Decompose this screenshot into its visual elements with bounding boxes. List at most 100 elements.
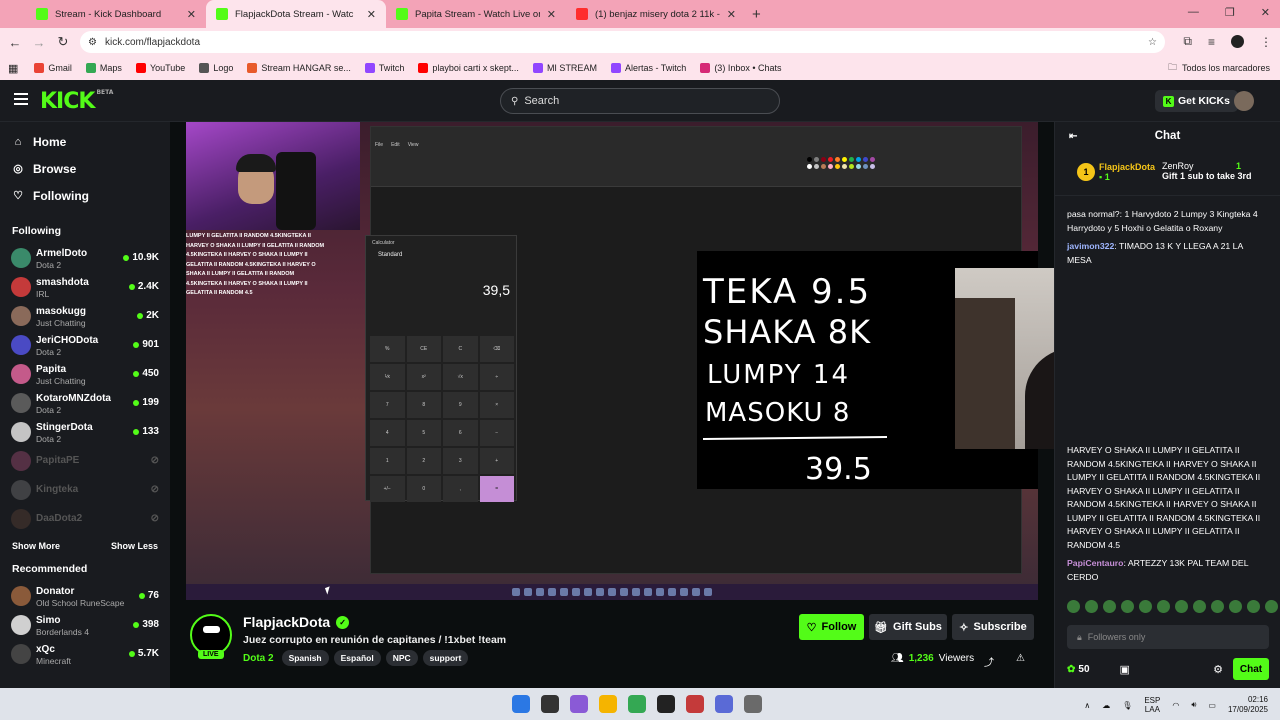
gift-prompt[interactable]: Gift 1 sub to take 3rd bbox=[1162, 171, 1252, 181]
bookmark-item[interactable]: Twitch bbox=[364, 63, 404, 73]
media-icon[interactable]: ≡ bbox=[1208, 35, 1215, 49]
chat-input[interactable]: 🔒︎ Followers only bbox=[1067, 625, 1269, 649]
apps-grid-icon[interactable]: ▦ bbox=[8, 62, 18, 75]
sidebar-channel[interactable]: Papita Just Chatting 450 bbox=[0, 359, 170, 388]
close-tab-icon[interactable]: ✕ bbox=[187, 8, 196, 21]
follow-button[interactable]: ♡ Follow bbox=[799, 614, 864, 640]
lang-code: ESP bbox=[1144, 696, 1161, 705]
browser-tab-2[interactable]: FlapjackDota Stream - Watc ✕ bbox=[206, 0, 386, 28]
stream-tag[interactable]: NPC bbox=[385, 650, 418, 666]
channel-points[interactable]: ✿ 50 bbox=[1067, 664, 1090, 675]
wifi-icon[interactable]: ◠ bbox=[1172, 701, 1179, 710]
browser-tab-1[interactable]: Stream - Kick Dashboard ✕ bbox=[26, 0, 206, 28]
palette-swatch bbox=[807, 157, 812, 162]
rewards-icon[interactable]: ▣ bbox=[1120, 663, 1130, 676]
clock[interactable]: 02:16 17/09/2025 bbox=[1228, 695, 1268, 715]
sidebar-channel[interactable]: Kingteka ⊘ bbox=[0, 475, 170, 504]
search-box[interactable]: ⚲ bbox=[500, 88, 780, 114]
chat-settings-icon[interactable]: ⚙ bbox=[1213, 663, 1223, 676]
chat-username[interactable]: javimon322 bbox=[1067, 241, 1114, 251]
bookmark-item[interactable]: MI STREAM bbox=[532, 63, 597, 73]
all-bookmarks[interactable]: 🗀 Todos los marcadores bbox=[1168, 60, 1270, 76]
url-field[interactable]: ⚙ kick.com/flapjackdota ☆ bbox=[80, 31, 1165, 53]
menu-icon[interactable] bbox=[14, 93, 28, 105]
sidebar-nav-browse[interactable]: ◎ Browse bbox=[0, 155, 170, 182]
new-tab-button[interactable]: + bbox=[752, 6, 761, 23]
bookmark-item[interactable]: Logo bbox=[199, 63, 233, 73]
user-avatar[interactable] bbox=[1234, 91, 1254, 111]
bookmark-item[interactable]: Stream HANGAR se... bbox=[247, 63, 351, 73]
game-link[interactable]: Dota 2 bbox=[243, 653, 274, 664]
bookmark-item[interactable]: Maps bbox=[85, 63, 122, 73]
sidebar-channel[interactable]: ArmelDoto Dota 2 10.9K bbox=[0, 243, 170, 272]
sidebar-channel[interactable]: DaaDota2 ⊘ bbox=[0, 504, 170, 533]
minimize-icon[interactable]: — bbox=[1188, 6, 1199, 19]
search-input[interactable] bbox=[524, 95, 765, 107]
profile-icon[interactable] bbox=[1231, 35, 1244, 48]
close-tab-icon[interactable]: ✕ bbox=[727, 8, 736, 21]
share-icon[interactable]: ⤴ bbox=[984, 654, 994, 669]
extensions-icon[interactable]: ⧉ bbox=[1183, 34, 1192, 49]
bookmark-item[interactable]: Alertas - Twitch bbox=[610, 63, 686, 73]
taskbar-app-icon[interactable] bbox=[599, 695, 617, 713]
taskbar-app-icon[interactable] bbox=[686, 695, 704, 713]
stream-taskbar bbox=[186, 584, 1038, 600]
sidebar-channel[interactable]: Donator Old School RuneScape 76 bbox=[0, 581, 170, 610]
sidebar-nav-following[interactable]: ♡ Following bbox=[0, 182, 170, 209]
browser-tab-3[interactable]: Papita Stream - Watch Live on ✕ bbox=[386, 0, 566, 28]
chat-username[interactable]: PapiCentauro bbox=[1067, 558, 1123, 568]
stream-tag[interactable]: Spanish bbox=[281, 650, 329, 666]
bookmark-item[interactable]: playboi carti x skept... bbox=[418, 63, 519, 73]
bookmark-star-icon[interactable]: ☆ bbox=[1148, 37, 1157, 48]
taskbar-app-icon[interactable] bbox=[628, 695, 646, 713]
taskbar-app-icon[interactable] bbox=[657, 695, 675, 713]
reload-icon[interactable]: ↻ bbox=[51, 34, 75, 50]
mic-icon[interactable]: 🎙︎ bbox=[1122, 701, 1132, 710]
gift-subs-button[interactable]: 🎁︎ Gift Subs bbox=[869, 614, 947, 640]
gifter-name[interactable]: ZenRoy bbox=[1162, 161, 1194, 171]
taskbar-app-icon[interactable] bbox=[541, 695, 559, 713]
sidebar-channel[interactable]: JeriCHODota Dota 2 901 bbox=[0, 330, 170, 359]
kick-logo[interactable]: KICK BETA bbox=[40, 89, 113, 114]
tray-chevron-icon[interactable]: ∧ bbox=[1084, 701, 1090, 710]
show-less-button[interactable]: Show Less bbox=[111, 541, 158, 551]
sidebar-channel[interactable]: smashdota IRL 2.4K bbox=[0, 272, 170, 301]
send-chat-button[interactable]: Chat bbox=[1233, 658, 1269, 680]
sidebar-channel[interactable]: StingerDota Dota 2 133 bbox=[0, 417, 170, 446]
taskbar-app-icon[interactable] bbox=[744, 695, 762, 713]
bookmark-item[interactable]: (3) Inbox • Chats bbox=[700, 63, 782, 73]
browser-tab-4[interactable]: (1) benjaz misery dota 2 11k - Y ✕ bbox=[566, 0, 746, 28]
get-kicks-button[interactable]: K Get KICKs bbox=[1155, 90, 1238, 112]
close-tab-icon[interactable]: ✕ bbox=[367, 8, 376, 21]
bookmark-item[interactable]: YouTube bbox=[135, 63, 185, 73]
sidebar-nav-home[interactable]: ⌂ Home bbox=[0, 128, 170, 155]
close-tab-icon[interactable]: ✕ bbox=[547, 8, 556, 21]
stream-tag[interactable]: support bbox=[422, 650, 469, 666]
streamer-name[interactable]: FlapjackDota ✓ bbox=[243, 614, 350, 630]
sidebar-channel[interactable]: KotaroMNZdota Dota 2 199 bbox=[0, 388, 170, 417]
collapse-chat-icon[interactable]: ⇤ bbox=[1069, 131, 1077, 142]
forward-icon[interactable]: → bbox=[27, 35, 51, 50]
taskbar-app-icon[interactable] bbox=[715, 695, 733, 713]
battery-icon[interactable]: ▭ bbox=[1208, 701, 1216, 710]
video-player[interactable]: LUMPY II GELATITA II RANDOM 4.5KINGTEKA … bbox=[186, 122, 1038, 600]
back-icon[interactable]: ← bbox=[3, 35, 27, 50]
sidebar-channel[interactable]: PapitaPE ⊘ bbox=[0, 446, 170, 475]
close-window-icon[interactable]: ✕ bbox=[1261, 6, 1270, 19]
volume-icon[interactable]: 🔊︎ bbox=[1191, 700, 1196, 710]
more-icon[interactable]: ⋮ bbox=[1260, 35, 1272, 49]
stream-tag[interactable]: Español bbox=[333, 650, 381, 666]
subscribe-button[interactable]: ✧ Subscribe bbox=[952, 614, 1034, 640]
report-icon[interactable]: ⚠ bbox=[1016, 653, 1025, 664]
language-indicator[interactable]: ESP LAA bbox=[1144, 696, 1160, 714]
site-info-icon[interactable]: ⚙ bbox=[88, 37, 97, 48]
cloud-icon[interactable]: ☁ bbox=[1102, 701, 1110, 710]
bookmark-item[interactable]: Gmail bbox=[34, 63, 72, 73]
taskbar-app-icon[interactable] bbox=[512, 695, 530, 713]
sidebar-channel[interactable]: xQc Minecraft 5.7K bbox=[0, 639, 170, 668]
restore-icon[interactable]: ❐ bbox=[1225, 6, 1235, 19]
taskbar-app-icon[interactable] bbox=[570, 695, 588, 713]
show-more-button[interactable]: Show More bbox=[12, 541, 60, 551]
sidebar-channel[interactable]: masokugg Just Chatting 2K bbox=[0, 301, 170, 330]
sidebar-channel[interactable]: Simo Borderlands 4 398 bbox=[0, 610, 170, 639]
